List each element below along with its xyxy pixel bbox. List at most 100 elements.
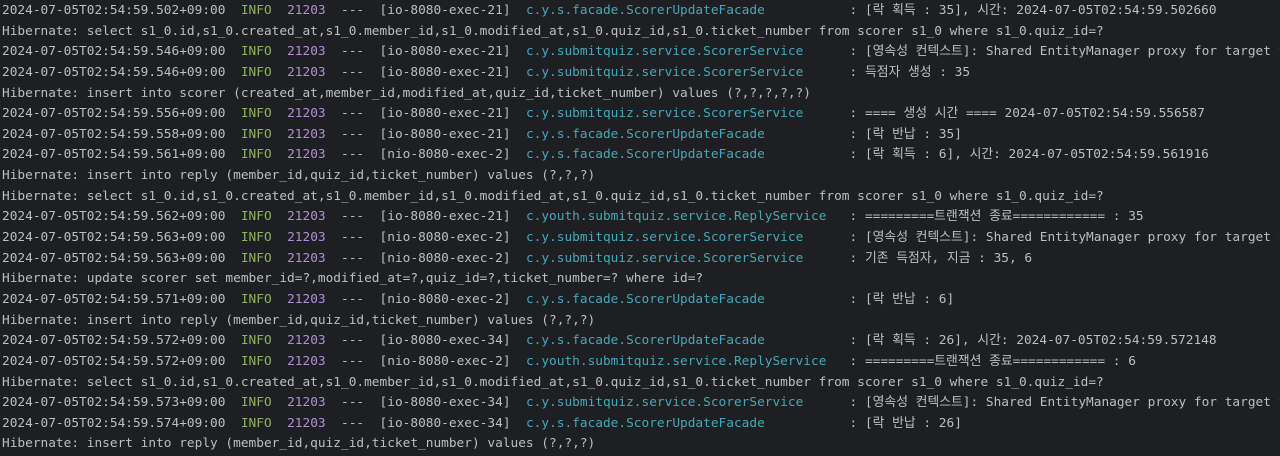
process-id: 21203 xyxy=(287,209,342,225)
log-line[interactable]: 2024-07-05T02:54:59.561+09:00 INFO 21203… xyxy=(0,145,1280,166)
console-output[interactable]: 2024-07-05T02:54:59.502+09:00 INFO 21203… xyxy=(0,1,1280,456)
timestamp: 2024-07-05T02:54:59.563+09:00 xyxy=(2,250,241,266)
thread-name: [io-8080-exec-21] xyxy=(379,106,526,122)
log-line[interactable]: 2024-07-05T02:54:59.558+09:00 INFO 21203… xyxy=(0,125,1280,146)
sql-statement: Hibernate: insert into scorer (created_a… xyxy=(2,85,811,101)
sql-statement: Hibernate: update scorer set member_id=?… xyxy=(2,271,704,287)
logger-name: c.y.s.facade.ScorerUpdateFacade xyxy=(525,415,850,431)
log-message: : [락 획득 : 6], 시간: 2024-07-05T02:54:59.56… xyxy=(849,147,1209,163)
timestamp: 2024-07-05T02:54:59.563+09:00 xyxy=(2,230,241,246)
separator: --- xyxy=(341,3,380,18)
separator: --- xyxy=(341,291,380,307)
process-id: 21203 xyxy=(287,333,342,349)
logger-name: c.y.s.facade.ScorerUpdateFacade xyxy=(525,3,850,18)
logger-name: c.y.s.facade.ScorerUpdateFacade xyxy=(525,147,850,163)
process-id: 21203 xyxy=(287,415,342,431)
log-line[interactable]: 2024-07-05T02:54:59.546+09:00 INFO 21203… xyxy=(0,42,1280,63)
process-id: 21203 xyxy=(287,147,342,163)
process-id: 21203 xyxy=(287,250,342,266)
log-message: : 득점자 생성 : 35 xyxy=(849,64,971,80)
logger-name: c.y.submitquiz.service.ScorerService xyxy=(525,250,850,266)
thread-name: [nio-8080-exec-2] xyxy=(379,230,526,246)
logger-name: c.y.s.facade.ScorerUpdateFacade xyxy=(525,333,850,349)
separator: --- xyxy=(341,395,380,411)
log-line[interactable]: 2024-07-05T02:54:59.502+09:00 INFO 21203… xyxy=(0,1,1280,22)
process-id: 21203 xyxy=(287,64,342,80)
log-line[interactable]: 2024-07-05T02:54:59.572+09:00 INFO 21203… xyxy=(0,352,1280,373)
thread-name: [io-8080-exec-34] xyxy=(379,333,526,349)
process-id: 21203 xyxy=(287,230,342,246)
log-message: : [락 획득 : 26], 시간: 2024-07-05T02:54:59.5… xyxy=(849,333,1217,349)
log-message: : [락 반납 : 26] xyxy=(849,415,962,431)
log-message: : ==== 생성 시간 ==== 2024-07-05T02:54:59.55… xyxy=(849,106,1205,122)
thread-name: [nio-8080-exec-2] xyxy=(379,250,526,266)
log-line-hibernate[interactable]: Hibernate: insert into reply (member_id,… xyxy=(0,434,1280,455)
log-line-hibernate[interactable]: Hibernate: insert into reply (member_id,… xyxy=(0,311,1280,332)
log-line-hibernate[interactable]: Hibernate: select s1_0.id,s1_0.created_a… xyxy=(0,373,1280,394)
thread-name: [nio-8080-exec-2] xyxy=(379,147,526,163)
thread-name: [io-8080-exec-21] xyxy=(379,126,526,142)
thread-name: [io-8080-exec-21] xyxy=(379,3,526,18)
log-line[interactable]: 2024-07-05T02:54:59.563+09:00 INFO 21203… xyxy=(0,249,1280,270)
log-level: INFO xyxy=(240,64,288,80)
log-line-hibernate[interactable]: Hibernate: select s1_0.id,s1_0.created_a… xyxy=(0,187,1280,208)
separator: --- xyxy=(341,415,380,431)
log-level: INFO xyxy=(240,353,288,369)
log-level: INFO xyxy=(240,44,288,60)
separator: --- xyxy=(341,230,380,246)
sql-statement: Hibernate: insert into reply (member_id,… xyxy=(2,436,596,452)
log-line[interactable]: 2024-07-05T02:54:59.562+09:00 INFO 21203… xyxy=(0,207,1280,228)
log-line-hibernate[interactable]: Hibernate: update scorer set member_id=?… xyxy=(0,269,1280,290)
log-line[interactable]: 2024-07-05T02:54:59.546+09:00 INFO 21203… xyxy=(0,63,1280,84)
thread-name: [nio-8080-exec-2] xyxy=(379,353,526,369)
timestamp: 2024-07-05T02:54:59.556+09:00 xyxy=(2,106,241,122)
log-line[interactable]: 2024-07-05T02:54:59.573+09:00 INFO 21203… xyxy=(0,393,1280,414)
thread-name: [io-8080-exec-21] xyxy=(379,44,526,60)
process-id: 21203 xyxy=(287,291,342,307)
separator: --- xyxy=(341,64,380,80)
timestamp: 2024-07-05T02:54:59.571+09:00 xyxy=(2,291,241,307)
separator: --- xyxy=(341,353,380,369)
separator: --- xyxy=(341,209,380,225)
logger-name: c.y.submitquiz.service.ScorerService xyxy=(525,230,850,246)
logger-name: c.y.submitquiz.service.ScorerService xyxy=(525,106,850,122)
log-level: INFO xyxy=(240,230,288,246)
log-message: : 기존 득점자, 지금 : 35, 6 xyxy=(849,250,1033,266)
log-line-hibernate[interactable]: Hibernate: insert into scorer (created_a… xyxy=(0,84,1280,105)
sql-statement: Hibernate: insert into reply (member_id,… xyxy=(2,168,596,184)
sql-statement: Hibernate: select s1_0.id,s1_0.created_a… xyxy=(2,188,1104,204)
log-message: : [영속성 컨텍스트]: Shared EntityManager proxy… xyxy=(849,44,1280,60)
timestamp: 2024-07-05T02:54:59.546+09:00 xyxy=(2,44,241,60)
process-id: 21203 xyxy=(287,353,342,369)
log-line[interactable]: 2024-07-05T02:54:59.556+09:00 INFO 21203… xyxy=(0,104,1280,125)
log-line[interactable]: 2024-07-05T02:54:59.563+09:00 INFO 21203… xyxy=(0,228,1280,249)
separator: --- xyxy=(341,333,380,349)
separator: --- xyxy=(341,250,380,266)
log-message: : [락 반납 : 6] xyxy=(849,291,955,307)
log-level: INFO xyxy=(240,209,288,225)
thread-name: [nio-8080-exec-2] xyxy=(379,291,526,307)
log-line[interactable]: 2024-07-05T02:54:59.571+09:00 INFO 21203… xyxy=(0,290,1280,311)
logger-name: c.y.submitquiz.service.ScorerService xyxy=(525,64,850,80)
log-level: INFO xyxy=(240,415,288,431)
log-level: INFO xyxy=(240,250,288,266)
timestamp: 2024-07-05T02:54:59.572+09:00 xyxy=(2,333,241,349)
separator: --- xyxy=(341,126,380,142)
log-message: : [영속성 컨텍스트]: Shared EntityManager proxy… xyxy=(849,230,1280,246)
log-message: : [락 반납 : 35] xyxy=(849,126,962,142)
log-line-hibernate[interactable]: Hibernate: insert into reply (member_id,… xyxy=(0,166,1280,187)
log-line[interactable]: 2024-07-05T02:54:59.572+09:00 INFO 21203… xyxy=(0,331,1280,352)
timestamp: 2024-07-05T02:54:59.574+09:00 xyxy=(2,415,241,431)
timestamp: 2024-07-05T02:54:59.502+09:00 xyxy=(2,3,241,18)
log-line-hibernate[interactable]: Hibernate: select s1_0.id,s1_0.created_a… xyxy=(0,22,1280,43)
logger-name: c.y.s.facade.ScorerUpdateFacade xyxy=(525,126,850,142)
log-level: INFO xyxy=(240,333,288,349)
log-line[interactable]: 2024-07-05T02:54:59.574+09:00 INFO 21203… xyxy=(0,414,1280,435)
process-id: 21203 xyxy=(287,44,342,60)
logger-name: c.y.submitquiz.service.ScorerService xyxy=(525,395,850,411)
sql-statement: Hibernate: select s1_0.id,s1_0.created_a… xyxy=(2,23,1104,39)
log-message: : [영속성 컨텍스트]: Shared EntityManager proxy… xyxy=(849,395,1280,411)
timestamp: 2024-07-05T02:54:59.562+09:00 xyxy=(2,209,241,225)
thread-name: [io-8080-exec-34] xyxy=(379,415,526,431)
timestamp: 2024-07-05T02:54:59.573+09:00 xyxy=(2,395,241,411)
